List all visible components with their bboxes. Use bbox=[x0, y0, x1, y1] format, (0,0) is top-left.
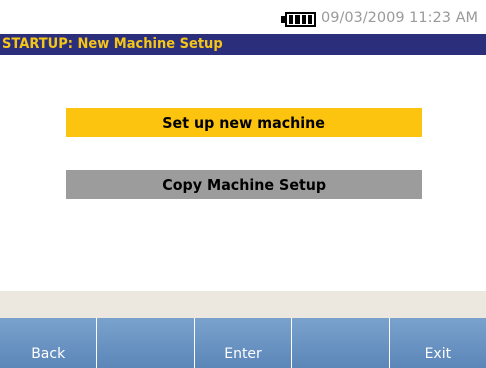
set-up-new-machine-button[interactable]: Set up new machine bbox=[66, 108, 422, 137]
softkey-exit-label: Exit bbox=[424, 346, 452, 362]
softkey-exit[interactable]: Exit bbox=[389, 318, 486, 368]
title-bar: STARTUP: New Machine Setup bbox=[0, 34, 486, 55]
main-content: Set up new machine Copy Machine Setup bbox=[0, 55, 486, 291]
softkey-back-label: Back bbox=[31, 346, 66, 362]
softkey-2[interactable] bbox=[97, 318, 195, 368]
battery-full-icon bbox=[281, 12, 316, 27]
softkey-bar: Back Enter Exit bbox=[0, 318, 486, 368]
softkey-4[interactable] bbox=[292, 318, 390, 368]
date-time-display: 09/03/2009 11:23 AM bbox=[321, 10, 479, 26]
message-strip bbox=[0, 291, 486, 318]
copy-machine-setup-button[interactable]: Copy Machine Setup bbox=[66, 170, 422, 199]
softkey-enter-label: Enter bbox=[224, 346, 262, 362]
page-title: STARTUP: New Machine Setup bbox=[2, 36, 223, 52]
softkey-back[interactable]: Back bbox=[0, 318, 98, 368]
status-bar: 09/03/2009 11:23 AM bbox=[0, 0, 486, 34]
device-screen: 09/03/2009 11:23 AM STARTUP: New Machine… bbox=[0, 0, 486, 368]
softkey-enter[interactable]: Enter bbox=[194, 318, 293, 368]
copy-machine-setup-label: Copy Machine Setup bbox=[162, 175, 326, 194]
set-up-new-machine-label: Set up new machine bbox=[162, 113, 326, 132]
